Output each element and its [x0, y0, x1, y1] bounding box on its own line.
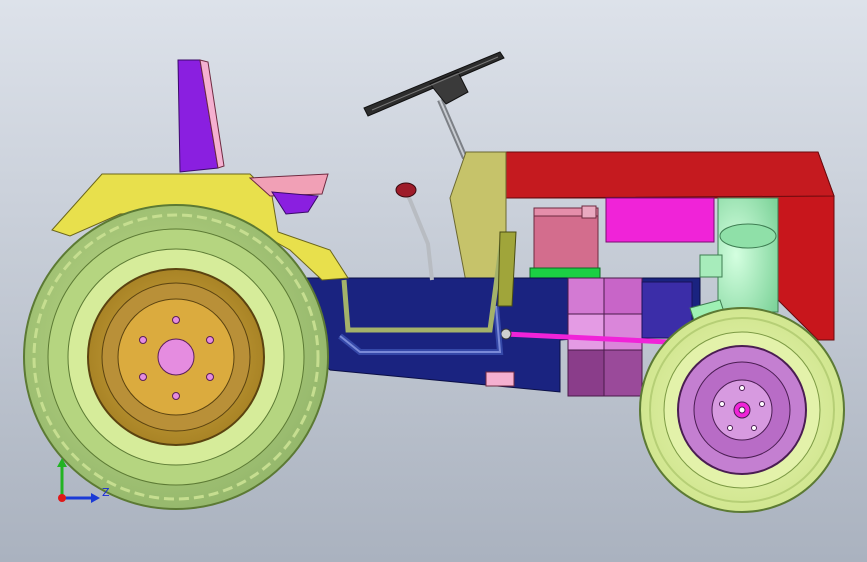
orientation-triad[interactable]: Z [48, 458, 118, 518]
tractor-model[interactable] [0, 0, 867, 562]
front-rim[interactable] [677, 345, 807, 475]
triad-origin [58, 494, 66, 502]
fuel-tank[interactable] [529, 205, 601, 279]
y-axis-arrowhead [57, 458, 67, 467]
cad-viewport[interactable]: Z [0, 0, 867, 562]
z-axis-arrowhead [91, 493, 100, 503]
z-axis-label: Z [102, 486, 110, 499]
hood-side-panel[interactable] [605, 197, 715, 243]
